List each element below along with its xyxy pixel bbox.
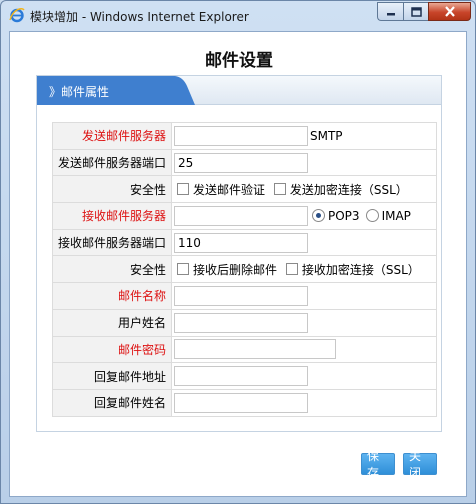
send-auth-label: 发送邮件验证	[193, 182, 266, 197]
smtp-port-label: 发送邮件服务器端口	[52, 148, 172, 177]
mail-password-input[interactable]	[174, 339, 336, 360]
receive-port-input[interactable]: 110	[174, 232, 308, 253]
reply-address-label: 回复邮件地址	[52, 362, 172, 390]
form-row-receive-server: 接收邮件服务器 POP3 IMAP	[52, 202, 437, 230]
title-bar[interactable]: 模块增加 - Windows Internet Explorer	[1, 1, 475, 31]
imap-label: IMAP	[381, 208, 411, 223]
user-name-input[interactable]	[174, 312, 308, 333]
save-button[interactable]: 保存	[361, 449, 395, 480]
smtp-port-cell: 25	[171, 148, 437, 177]
send-security-cell: 发送邮件验证 发送加密连接（SSL）	[171, 175, 437, 204]
smtp-server-input[interactable]	[174, 125, 308, 146]
mail-name-cell	[171, 282, 437, 310]
reply-address-input[interactable]	[174, 366, 308, 387]
receive-server-label: 接收邮件服务器	[52, 202, 172, 230]
minimize-button[interactable]	[377, 2, 403, 21]
close-icon	[444, 6, 455, 17]
page-title: 邮件设置	[205, 51, 273, 71]
delete-after-receive-label: 接收后删除邮件	[193, 262, 278, 277]
form-row-mail-name: 邮件名称	[52, 282, 437, 310]
dialog-content: 邮件设置 》邮件属性 发送邮件服务器 SMTP 发送邮件服务器端口 25 安全性…	[9, 31, 467, 497]
mail-name-label: 邮件名称	[52, 282, 172, 310]
mail-password-label: 邮件密码	[52, 335, 172, 364]
mail-name-input[interactable]	[174, 285, 308, 306]
form-row-receive-security: 安全性 接收后删除邮件 接收加密连接（SSL）	[52, 255, 437, 284]
smtp-label: SMTP	[310, 128, 343, 143]
browser-window: 模块增加 - Windows Internet Explorer 邮件设置 》邮…	[0, 0, 476, 504]
form-row-user-name: 用户姓名	[52, 308, 437, 337]
reply-name-cell	[171, 388, 437, 417]
imap-radio[interactable]	[365, 209, 379, 223]
user-name-cell	[171, 308, 437, 337]
window-title: 模块增加 - Windows Internet Explorer	[30, 10, 249, 24]
internet-explorer-icon	[9, 8, 25, 23]
close-window-button[interactable]	[428, 2, 471, 21]
panel-tab-label: 》邮件属性	[49, 85, 110, 99]
smtp-server-cell: SMTP	[171, 122, 437, 150]
receive-ssl-label: 接收加密连接（SSL）	[301, 262, 420, 277]
minimize-icon	[386, 12, 395, 15]
pop3-radio[interactable]	[312, 209, 325, 223]
receive-security-cell: 接收后删除邮件 接收加密连接（SSL）	[171, 255, 437, 284]
form-row-reply-address: 回复邮件地址	[52, 362, 437, 390]
send-security-label: 安全性	[52, 175, 172, 204]
receive-server-cell: POP3 IMAP	[171, 202, 437, 230]
mail-settings-form: 发送邮件服务器 SMTP 发送邮件服务器端口 25 安全性 发送邮件验证 发送加…	[52, 122, 437, 417]
user-name-label: 用户姓名	[52, 308, 172, 337]
send-ssl-label: 发送加密连接（SSL）	[289, 182, 408, 197]
reply-name-label: 回复邮件姓名	[52, 388, 172, 417]
form-row-smtp-server: 发送邮件服务器 SMTP	[52, 122, 437, 150]
send-auth-checkbox[interactable]	[177, 183, 189, 196]
receive-port-label: 接收邮件服务器端口	[52, 228, 172, 257]
maximize-icon	[410, 6, 422, 17]
reply-address-cell	[171, 362, 437, 390]
smtp-server-label: 发送邮件服务器	[52, 122, 172, 150]
smtp-port-input[interactable]: 25	[174, 152, 308, 173]
pop3-label: POP3	[328, 208, 360, 223]
panel-header: 》邮件属性	[37, 76, 441, 105]
receive-server-input[interactable]	[174, 205, 308, 226]
receive-security-label: 安全性	[52, 255, 172, 284]
send-ssl-checkbox[interactable]	[273, 183, 286, 196]
mail-password-cell	[171, 335, 437, 364]
delete-after-receive-checkbox[interactable]	[177, 263, 189, 276]
receive-port-cell: 110	[171, 228, 437, 257]
mail-properties-panel: 》邮件属性 发送邮件服务器 SMTP 发送邮件服务器端口 25 安全性 发送邮件…	[36, 75, 442, 432]
form-row-reply-name: 回复邮件姓名	[52, 388, 437, 417]
reply-name-input[interactable]	[174, 392, 308, 413]
maximize-button[interactable]	[403, 2, 428, 21]
form-row-send-security: 安全性 发送邮件验证 发送加密连接（SSL）	[52, 175, 437, 204]
form-row-smtp-port: 发送邮件服务器端口 25	[52, 148, 437, 177]
close-button[interactable]: 关闭	[403, 449, 437, 480]
form-row-mail-password: 邮件密码	[52, 335, 437, 364]
form-row-receive-port: 接收邮件服务器端口 110	[52, 228, 437, 257]
receive-ssl-checkbox[interactable]	[285, 263, 298, 276]
caption-buttons	[377, 2, 471, 22]
